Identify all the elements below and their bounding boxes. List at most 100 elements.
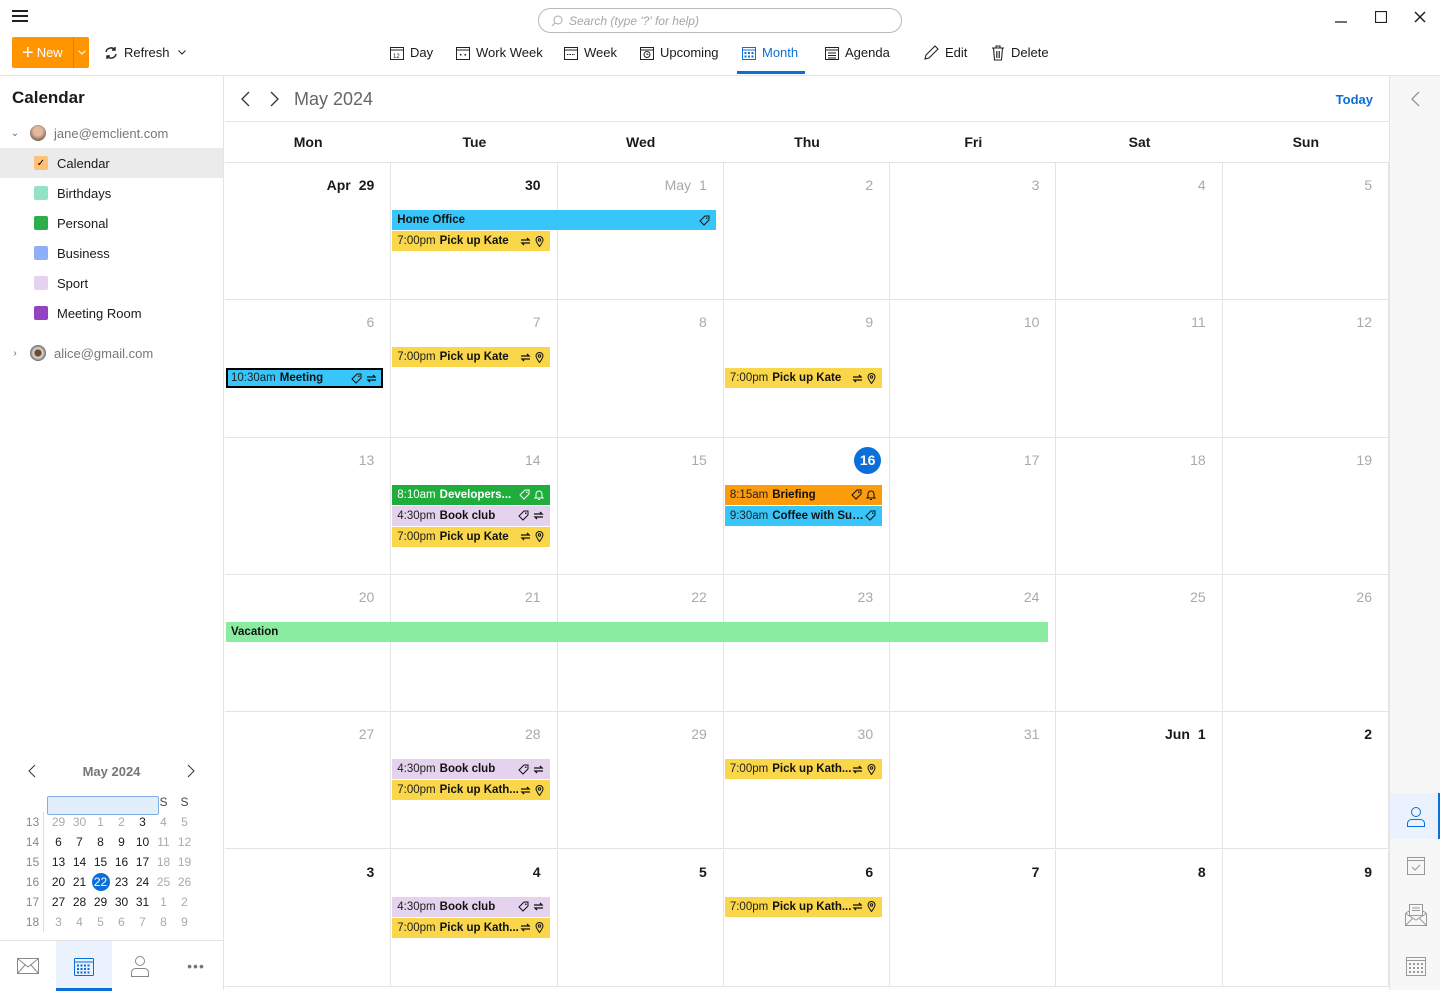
mini-day[interactable]: 6 <box>111 912 132 932</box>
day-cell[interactable]: 4 <box>1056 163 1223 301</box>
day-cell[interactable]: 9 <box>1222 849 1389 987</box>
collapse-rail-button[interactable] <box>1390 76 1440 122</box>
prev-month-button[interactable] <box>235 89 255 109</box>
mini-day[interactable]: 19 <box>174 852 195 872</box>
calendar-event[interactable]: 7:00pm Pick up Kate <box>392 526 550 547</box>
mini-day[interactable]: 8 <box>90 832 111 852</box>
mini-day[interactable]: 24 <box>132 872 153 892</box>
view-month-button[interactable]: Month <box>742 37 798 68</box>
view-work-week-button[interactable]: Work Week <box>456 37 543 68</box>
day-cell[interactable]: 8 <box>1056 849 1223 987</box>
mini-day[interactable]: 18 <box>153 852 174 872</box>
mini-day[interactable]: 11 <box>153 832 174 852</box>
day-cell[interactable]: Apr 29 <box>225 163 392 301</box>
calendar-event[interactable]: 7:00pm Pick up Kath... <box>724 896 883 917</box>
mini-day[interactable]: 9 <box>111 832 132 852</box>
mini-next-button[interactable] <box>181 760 201 782</box>
sidebar-item-calendar[interactable]: ✓ Calendar <box>0 148 223 178</box>
calendar-event[interactable]: 7:00pm Pick up Kath... <box>392 917 550 938</box>
refresh-button[interactable]: Refresh <box>104 37 192 68</box>
rail-contacts[interactable] <box>1390 793 1440 839</box>
mini-day[interactable]: 31 <box>132 892 153 912</box>
mini-day[interactable]: 2 <box>174 892 195 912</box>
mini-day[interactable]: 3 <box>48 912 69 932</box>
mini-day[interactable]: 30 <box>111 892 132 912</box>
calendar-event[interactable]: 8:15am Briefing <box>724 484 883 505</box>
day-cell[interactable]: 7 <box>391 300 558 438</box>
delete-button[interactable]: Delete <box>991 37 1049 68</box>
color-swatch[interactable] <box>34 306 48 320</box>
day-cell[interactable]: 19 <box>1222 437 1389 575</box>
calendar-event[interactable]: 7:00pm Pick up Kate <box>724 368 883 389</box>
new-button[interactable]: + New <box>12 37 73 68</box>
mini-day[interactable]: 12 <box>174 832 195 852</box>
sidebar-item-business[interactable]: Business <box>0 238 223 268</box>
view-day-button[interactable]: 12 Day <box>390 37 433 68</box>
mini-day[interactable]: 6 <box>48 832 69 852</box>
day-cell[interactable]: 10 <box>890 300 1057 438</box>
mini-day[interactable]: 17 <box>132 852 153 872</box>
day-cell[interactable]: 24 <box>890 574 1057 713</box>
mini-day[interactable]: 13 <box>48 852 69 872</box>
checkbox-checked-icon[interactable]: ✓ <box>34 156 48 170</box>
nav-mail[interactable] <box>0 941 56 991</box>
day-cell[interactable]: 29 <box>557 712 724 850</box>
mini-day[interactable]: 4 <box>153 812 174 832</box>
nav-contacts[interactable] <box>112 941 168 991</box>
calendar-event[interactable]: 4:30pm Book club <box>392 759 550 780</box>
view-upcoming-button[interactable]: Upcoming <box>640 37 719 68</box>
chevron-right-icon[interactable]: › <box>0 348 30 359</box>
mini-day[interactable]: 16 <box>111 852 132 872</box>
chevron-down-icon[interactable]: ⌄ <box>0 128 30 139</box>
day-cell[interactable]: 20 <box>225 574 392 713</box>
mini-day[interactable]: 14 <box>69 852 90 872</box>
day-cell[interactable]: 3 <box>225 849 392 987</box>
day-cell[interactable]: 31 <box>890 712 1057 850</box>
day-cell[interactable]: 11 <box>1056 300 1223 438</box>
calendar-event[interactable]: 7:00pm Pick up Kate <box>392 231 550 251</box>
account-jane[interactable]: ⌄ jane@emclient.com <box>0 118 223 148</box>
calendar-event[interactable]: 7:00pm Pick up Kath... <box>392 780 550 801</box>
mini-day[interactable]: 1 <box>153 892 174 912</box>
close-button[interactable] <box>1408 6 1432 28</box>
day-cell[interactable]: 23 <box>723 574 891 713</box>
calendar-event[interactable]: 10:30am Meeting <box>226 368 384 389</box>
day-cell[interactable]: 26 <box>1222 574 1389 713</box>
day-cell[interactable]: 15 <box>557 437 724 575</box>
mini-day[interactable]: 29 <box>90 892 111 912</box>
day-cell[interactable]: May 1 <box>557 163 724 301</box>
color-swatch[interactable] <box>34 186 48 200</box>
sidebar-item-personal[interactable]: Personal <box>0 208 223 238</box>
calendar-event[interactable]: 4:30pm Book club <box>392 505 550 526</box>
calendar-event[interactable]: Vacation <box>226 621 1049 642</box>
mini-day[interactable]: 21 <box>69 872 90 892</box>
mini-day[interactable]: 20 <box>48 872 69 892</box>
day-cell[interactable]: 12 <box>1222 300 1389 438</box>
calendar-event[interactable]: 8:10am Developers... <box>392 484 550 505</box>
mini-day[interactable]: 22 <box>90 872 111 892</box>
maximize-button[interactable] <box>1369 6 1393 28</box>
nav-more[interactable]: ••• <box>168 941 224 991</box>
mini-day[interactable]: 23 <box>111 872 132 892</box>
day-cell[interactable]: 13 <box>225 437 392 575</box>
search-input[interactable]: Search (type '?' for help) <box>538 8 902 33</box>
day-cell[interactable]: 5 <box>1222 163 1389 301</box>
mini-day[interactable]: 27 <box>48 892 69 912</box>
day-cell[interactable]: 22 <box>557 574 724 713</box>
day-cell[interactable]: 25 <box>1056 574 1223 713</box>
day-cell[interactable]: 21 <box>391 574 558 713</box>
account-alice[interactable]: › alice@gmail.com <box>0 338 223 368</box>
mini-day[interactable]: 7 <box>132 912 153 932</box>
color-swatch[interactable] <box>34 276 48 290</box>
rail-mail[interactable] <box>1390 892 1440 938</box>
mini-day[interactable]: 7 <box>69 832 90 852</box>
day-cell[interactable]: Jun 1 <box>1056 712 1223 850</box>
day-cell[interactable]: 17 <box>890 437 1057 575</box>
color-swatch[interactable] <box>34 216 48 230</box>
mini-day[interactable]: 8 <box>153 912 174 932</box>
rail-calendar[interactable] <box>1390 942 1440 988</box>
day-cell[interactable]: 2 <box>1222 712 1389 850</box>
sidebar-item-birthdays[interactable]: Birthdays <box>0 178 223 208</box>
calendar-event[interactable]: 7:00pm Pick up Kath... <box>724 759 883 780</box>
sidebar-item-meeting-room[interactable]: Meeting Room <box>0 298 223 328</box>
